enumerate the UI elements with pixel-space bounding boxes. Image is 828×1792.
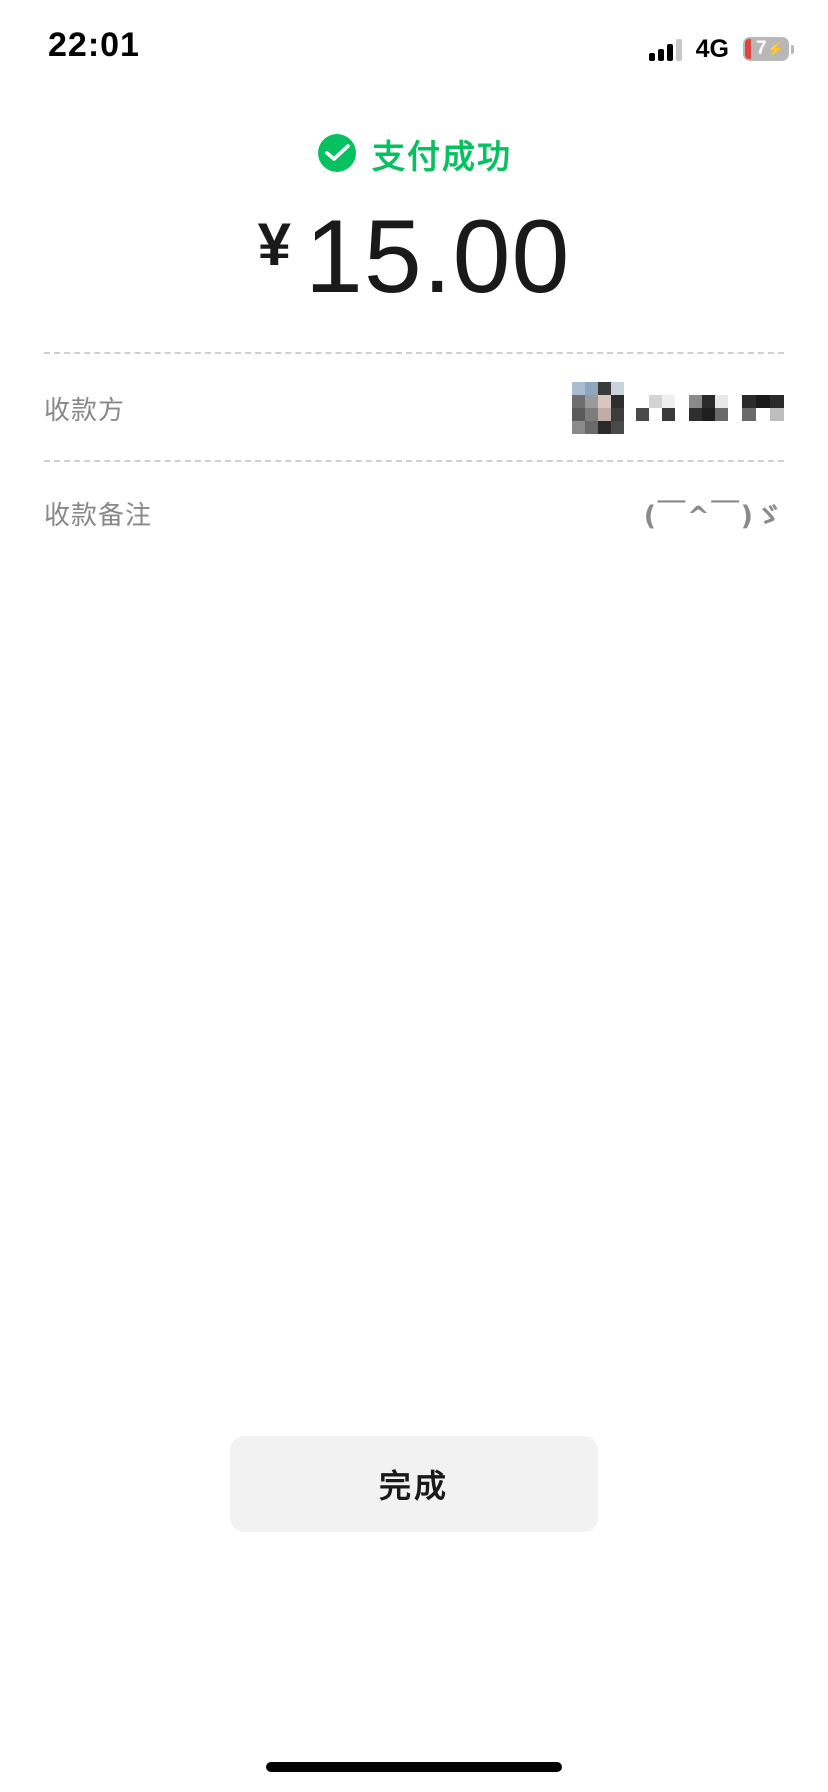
mosaic-block (689, 395, 728, 421)
note-row: 收款备注 (￣^￣)ゞ (44, 490, 784, 536)
success-text: 支付成功 (372, 137, 512, 176)
wechat-pay-icon (318, 134, 356, 172)
currency-symbol: ¥ (257, 211, 292, 278)
note-value: (￣^￣)ゞ (643, 500, 784, 532)
done-button[interactable]: 完成 (230, 1436, 598, 1532)
network-type: 4G (695, 34, 729, 63)
battery-percent: 7⚡ (755, 38, 784, 59)
amount-display: ¥ 15.00 (0, 205, 828, 309)
note-label: 收款备注 (44, 500, 153, 531)
status-bar: 22:01 4G 7⚡ (0, 0, 828, 100)
payment-success-header: 支付成功 (0, 130, 828, 178)
divider (44, 460, 784, 462)
status-time: 22:01 (48, 26, 140, 64)
mosaic-block (742, 395, 784, 421)
status-indicators: 4G 7⚡ (648, 34, 794, 64)
done-button-label: 完成 (378, 1467, 449, 1505)
payee-row: 收款方 (44, 382, 784, 434)
mosaic-block (636, 395, 675, 421)
payee-label: 收款方 (44, 395, 126, 426)
battery-icon: 7⚡ (743, 37, 789, 61)
amount-value: 15.00 (305, 199, 571, 315)
payee-value-obscured (572, 382, 784, 434)
divider (44, 352, 784, 354)
home-indicator[interactable] (266, 1762, 562, 1772)
signal-strength-icon (648, 37, 682, 61)
payee-name-mosaic (636, 395, 784, 421)
payee-avatar-mosaic (572, 382, 624, 434)
battery-cap (791, 44, 794, 54)
